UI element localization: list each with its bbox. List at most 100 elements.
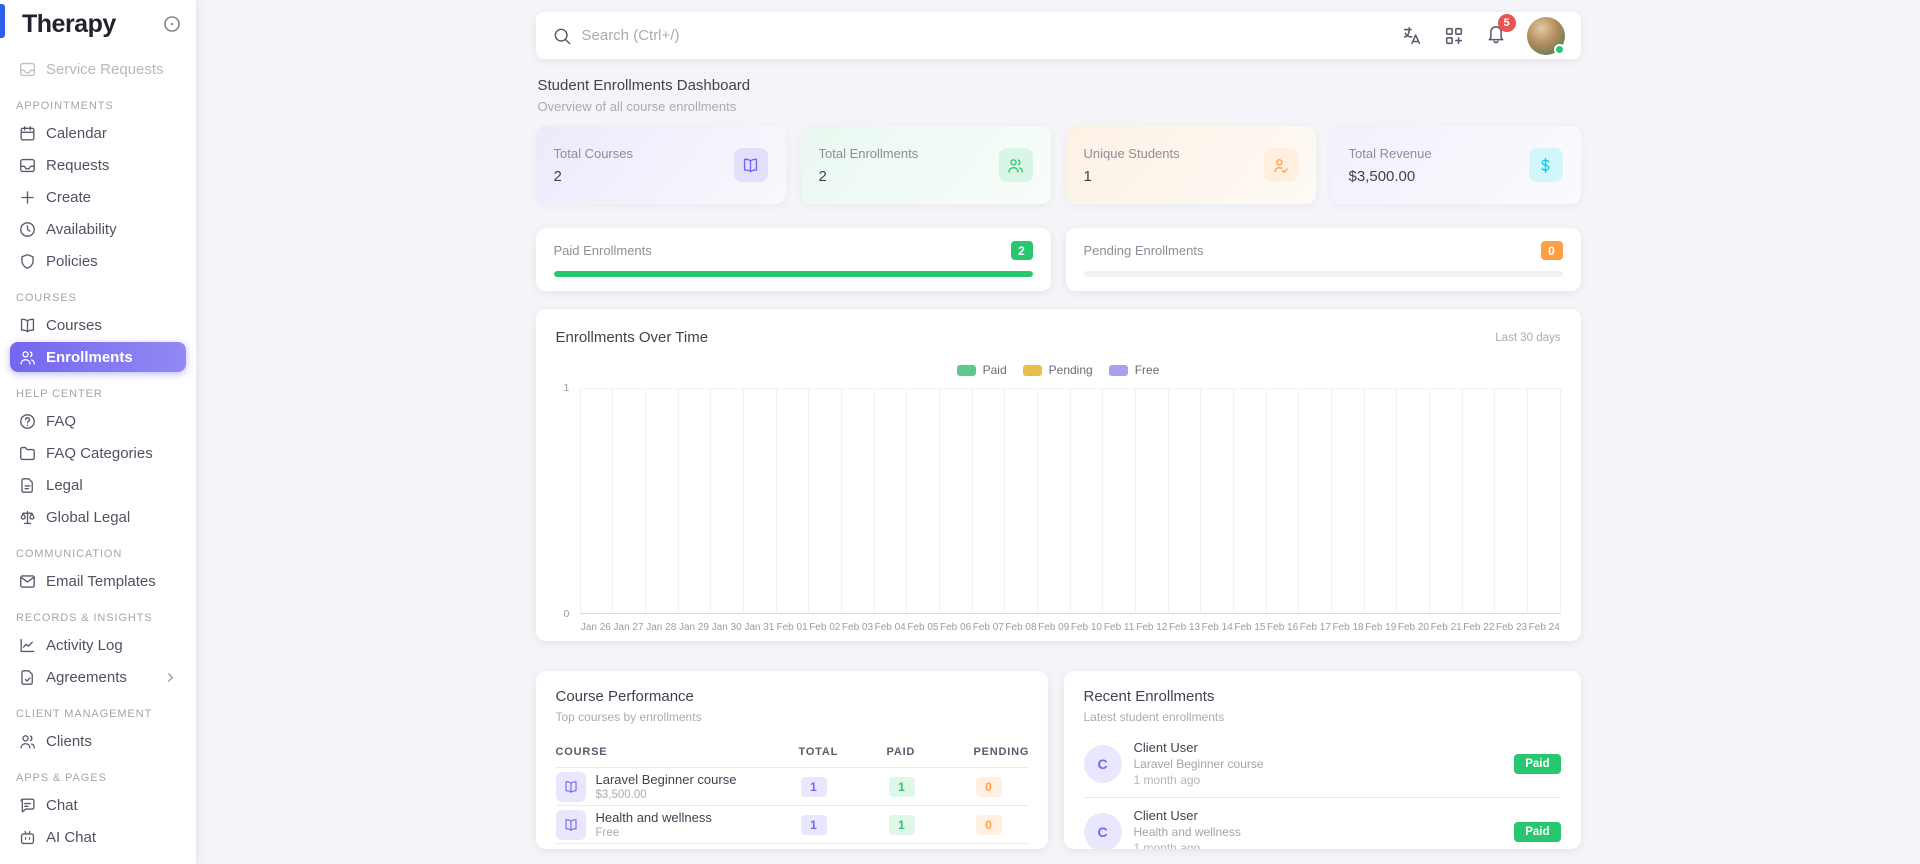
legend-item-pending[interactable]: Pending [1022, 363, 1093, 377]
file-check-icon [18, 668, 37, 687]
x-axis-tick: Feb 12 [1136, 622, 1168, 633]
stat-label: Total Revenue [1348, 145, 1432, 161]
table-row[interactable]: Laravel Beginner course $3,500.00 1 1 0 [555, 768, 1028, 806]
course-performance-subtitle: Top courses by enrollments [555, 710, 702, 724]
grid-column [1036, 389, 1070, 613]
file-text-icon [18, 476, 37, 495]
legend-label: Pending [1048, 363, 1093, 377]
course-performance-title: Course Performance [555, 688, 694, 705]
y-axis-tick-min: 0 [563, 608, 570, 620]
search-icon [552, 26, 572, 46]
sidebar-item-calendar[interactable]: Calendar [10, 118, 186, 148]
sidebar-item-requests[interactable]: Requests [10, 150, 186, 180]
x-axis-tick: Feb 10 [1070, 622, 1102, 633]
sidebar-item-service-requests[interactable]: Service Requests [10, 54, 186, 84]
x-axis-tick: Feb 17 [1299, 622, 1331, 633]
stat-card-total-courses: Total Courses 2 [535, 126, 786, 204]
sidebar-item-email-templates[interactable]: Email Templates [10, 566, 186, 596]
progress-label: Paid Enrollments [553, 243, 652, 258]
x-axis-tick: Feb 14 [1201, 622, 1233, 633]
chart-header: Enrollments Over Time Last 30 days [556, 327, 1561, 348]
sidebar-item-enrollments[interactable]: Enrollments [10, 342, 186, 372]
sidebar-item-label: FAQ [46, 412, 77, 430]
sidebar-item-label: Activity Log [46, 636, 123, 654]
sidebar-item-global-legal[interactable]: Global Legal [10, 502, 186, 532]
pending-badge: 0 [975, 776, 1002, 797]
apps-shortcuts-icon[interactable] [1443, 25, 1465, 47]
logo-mark [0, 4, 5, 38]
sidebar-item-ai-chat[interactable]: AI Chat [10, 822, 186, 852]
column-header-paid: PAID [886, 746, 916, 758]
chart-grid [579, 388, 1561, 614]
course-price: Free [595, 827, 620, 839]
grid-column [840, 389, 874, 613]
legend-swatch [956, 364, 976, 376]
sidebar-item-label: FAQ Categories [46, 444, 153, 462]
sidebar-item-legal[interactable]: Legal [10, 470, 186, 500]
stat-cards: Total Courses 2 Total Enrollments 2 Unique S… [535, 126, 1581, 204]
dollar-icon [1528, 148, 1563, 182]
clock-icon [18, 220, 37, 239]
list-item[interactable]: C Client User Laravel Beginner course 1 mon… [1083, 730, 1561, 797]
topbar-actions: 5 [1401, 14, 1565, 55]
chat-icon [18, 796, 37, 815]
recent-enrollments-subtitle: Latest student enrollments [1083, 710, 1225, 724]
x-axis-tick: Feb 20 [1397, 622, 1429, 633]
users-icon [998, 148, 1033, 182]
search-input[interactable] [581, 27, 1401, 44]
x-axis-tick: Jan 30 [711, 622, 742, 633]
total-badge: 1 [800, 776, 827, 797]
notifications-button[interactable]: 5 [1485, 14, 1516, 49]
grid-column [1102, 389, 1135, 613]
main-area: 5 Student Enrollments Dashboard Overview… [196, 0, 1920, 864]
nav-section-label-help-center: HELP CENTER [16, 388, 103, 400]
notification-badge: 5 [1497, 14, 1516, 32]
sidebar-item-label: Enrollments [46, 348, 133, 366]
x-axis-tick: Feb 05 [907, 622, 939, 633]
sidebar-item-policies[interactable]: Policies [10, 246, 186, 276]
sidebar-item-create[interactable]: Create [10, 182, 186, 212]
sidebar-item-faq[interactable]: FAQ [10, 406, 186, 436]
grid-column [1363, 389, 1397, 613]
legend-swatch [1022, 364, 1042, 376]
course-performance-table: COURSE TOTAL PAID PENDING Laravel Beginner … [555, 737, 1028, 844]
sidebar-item-activity-log[interactable]: Activity Log [10, 630, 186, 660]
user-avatar[interactable] [1526, 16, 1565, 55]
grid-column [612, 389, 645, 613]
users-icon [18, 348, 37, 367]
sidebar-item-chat[interactable]: Chat [10, 790, 186, 820]
sidebar-item-faq-categories[interactable]: FAQ Categories [10, 438, 186, 468]
sidebar-item-agreements[interactable]: Agreements [10, 662, 186, 692]
sidebar-item-availability[interactable]: Availability [10, 214, 186, 244]
stat-label: Total Courses [553, 145, 633, 161]
legend-item-paid[interactable]: Paid [956, 363, 1007, 377]
table-body: Laravel Beginner course $3,500.00 1 1 0 Healt… [555, 768, 1028, 844]
grid-column [1526, 389, 1560, 613]
search-bar: 5 [535, 12, 1581, 59]
legend-label: Free [1134, 363, 1160, 377]
status-badge: Paid [1514, 753, 1561, 774]
grid-column [1004, 389, 1037, 613]
sidebar-pin-toggle-icon[interactable] [162, 14, 182, 34]
x-axis-tick: Feb 06 [940, 622, 972, 633]
y-axis-tick-max: 1 [563, 382, 570, 394]
page-header: Student Enrollments Dashboard Overview o… [538, 77, 1581, 114]
book-icon [555, 771, 586, 802]
table-row[interactable]: Health and wellness Free 1 1 0 [555, 806, 1028, 844]
app-title[interactable]: Therapy [22, 10, 116, 39]
list-item[interactable]: C Client User Health and wellness 1 month a… [1083, 797, 1561, 849]
count-badge: 0 [1540, 241, 1563, 260]
progress-bar [1083, 271, 1563, 277]
legend-item-free[interactable]: Free [1108, 363, 1160, 377]
sidebar-header: Therapy [0, 0, 196, 48]
language-icon[interactable] [1401, 25, 1423, 47]
shield-icon [18, 252, 37, 271]
sidebar-item-courses[interactable]: Courses [10, 310, 186, 340]
grid-column [710, 389, 743, 613]
mail-icon [18, 572, 37, 591]
legend-swatch [1108, 364, 1128, 376]
book-icon [733, 148, 768, 182]
grid-column [1330, 389, 1364, 613]
sidebar-item-clients[interactable]: Clients [10, 726, 186, 756]
user-check-icon [1263, 148, 1298, 182]
